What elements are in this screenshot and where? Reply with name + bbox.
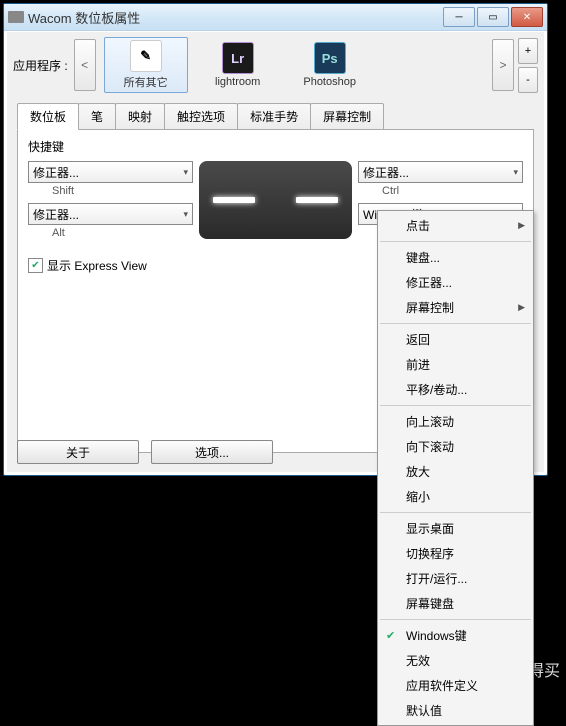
menu-item-label: 前进: [406, 356, 430, 373]
touch-strip-left: [213, 197, 255, 203]
function-dropdown-menu[interactable]: 点击 ▶ 键盘... 修正器... 屏幕控制 ▶ 返回前进平移/卷动... 向上滚动向下滚动放…: [377, 210, 534, 726]
menu-item-label: 向下滚动: [406, 438, 454, 455]
next-app-button[interactable]: >: [492, 39, 514, 91]
submenu-arrow-icon: ▶: [518, 220, 525, 231]
menu-item[interactable]: 无效: [378, 648, 533, 673]
check-icon: ✔: [386, 629, 395, 642]
menu-item[interactable]: 修正器...: [378, 270, 533, 295]
menu-item[interactable]: 平移/卷动...: [378, 377, 533, 402]
bottom-buttons: 关于 选项...: [17, 440, 273, 464]
close-button[interactable]: ✕: [511, 7, 543, 27]
menu-item-label: 放大: [406, 463, 430, 480]
window-title: Wacom 数位板属性: [28, 8, 441, 27]
menu-item[interactable]: 屏幕键盘: [378, 591, 533, 616]
menu-item[interactable]: 点击 ▶: [378, 213, 533, 238]
menu-item-label: 返回: [406, 331, 430, 348]
application-row: 应用程序 : < ✎ 所有其它 Lr lightroom Ps Photoshop > +…: [7, 32, 544, 98]
menu-item-label: 平移/卷动...: [406, 381, 467, 398]
menu-item-label: 缩小: [406, 488, 430, 505]
menu-item[interactable]: 打开/运行...: [378, 566, 533, 591]
menu-item-label: 点击: [406, 217, 430, 234]
menu-separator: [380, 241, 531, 242]
tab-0[interactable]: 数位板: [17, 103, 79, 130]
tablet-visual: [199, 161, 352, 239]
touch-strip-right: [296, 197, 338, 203]
menu-item-label: 修正器...: [406, 274, 452, 291]
menu-item-label: 屏幕控制: [406, 299, 454, 316]
tab-strip: 数位板笔映射触控选项标准手势屏幕控制: [17, 103, 534, 130]
menu-item-label: 无效: [406, 652, 430, 669]
menu-separator: [380, 619, 531, 620]
menu-item[interactable]: 显示桌面: [378, 516, 533, 541]
prev-app-button[interactable]: <: [74, 39, 96, 91]
combo-top-left[interactable]: 修正器...: [28, 161, 193, 183]
submenu-arrow-icon: ▶: [518, 302, 525, 313]
sub-top-left: Shift: [52, 185, 193, 197]
menu-item-label: 键盘...: [406, 249, 440, 266]
maximize-button[interactable]: ▭: [477, 7, 509, 27]
menu-item[interactable]: 屏幕控制 ▶: [378, 295, 533, 320]
menu-item[interactable]: 键盘...: [378, 245, 533, 270]
section-label: 快捷键: [28, 138, 523, 155]
tab-5[interactable]: 屏幕控制: [310, 103, 384, 130]
menu-item-label: 屏幕键盘: [406, 595, 454, 612]
app-item-label: 所有其它: [124, 74, 168, 90]
app-item-icon: ✎: [130, 40, 162, 72]
menu-item[interactable]: 返回: [378, 327, 533, 352]
menu-separator: [380, 405, 531, 406]
tab-3[interactable]: 触控选项: [164, 103, 238, 130]
menu-item-label: 默认值: [406, 702, 442, 719]
menu-item-label: 显示桌面: [406, 520, 454, 537]
app-icon: [8, 11, 24, 23]
checkbox-label: 显示 Express View: [47, 257, 147, 274]
app-item-0[interactable]: ✎ 所有其它: [104, 37, 188, 93]
app-item-2[interactable]: Ps Photoshop: [288, 37, 372, 93]
menu-item[interactable]: 前进: [378, 352, 533, 377]
app-item-1[interactable]: Lr lightroom: [196, 37, 280, 93]
tab-2[interactable]: 映射: [115, 103, 165, 130]
app-item-label: lightroom: [215, 76, 260, 88]
menu-item[interactable]: ✔ Windows键: [378, 623, 533, 648]
combo-bottom-left[interactable]: 修正器...: [28, 203, 193, 225]
menu-item[interactable]: 默认值: [378, 698, 533, 723]
menu-item[interactable]: 向上滚动: [378, 409, 533, 434]
menu-item[interactable]: 应用软件定义: [378, 673, 533, 698]
combo-top-right[interactable]: 修正器...: [358, 161, 523, 183]
app-item-icon: Lr: [222, 42, 254, 74]
menu-item-label: 打开/运行...: [406, 570, 467, 587]
menu-item[interactable]: 切换程序: [378, 541, 533, 566]
menu-item-label: 向上滚动: [406, 413, 454, 430]
menu-item-label: 应用软件定义: [406, 677, 478, 694]
app-label: 应用程序 :: [13, 57, 68, 74]
menu-item[interactable]: 向下滚动: [378, 434, 533, 459]
menu-item-label: 切换程序: [406, 545, 454, 562]
menu-separator: [380, 512, 531, 513]
checkbox-icon: ✔: [28, 258, 43, 273]
tab-1[interactable]: 笔: [78, 103, 116, 130]
menu-item-label: Windows键: [406, 627, 467, 644]
minimize-button[interactable]: ─: [443, 7, 475, 27]
add-app-button[interactable]: +: [518, 38, 538, 64]
app-item-icon: Ps: [314, 42, 346, 74]
remove-app-button[interactable]: -: [518, 67, 538, 93]
menu-separator: [380, 323, 531, 324]
tab-4[interactable]: 标准手势: [237, 103, 311, 130]
titlebar[interactable]: Wacom 数位板属性 ─ ▭ ✕: [4, 4, 547, 31]
menu-item[interactable]: 缩小: [378, 484, 533, 509]
sub-top-right: Ctrl: [382, 185, 523, 197]
app-item-label: Photoshop: [303, 76, 356, 88]
about-button[interactable]: 关于: [17, 440, 139, 464]
options-button[interactable]: 选项...: [151, 440, 273, 464]
sub-bottom-left: Alt: [52, 227, 193, 239]
menu-item[interactable]: 放大: [378, 459, 533, 484]
app-list: ✎ 所有其它 Lr lightroom Ps Photoshop: [96, 37, 492, 93]
